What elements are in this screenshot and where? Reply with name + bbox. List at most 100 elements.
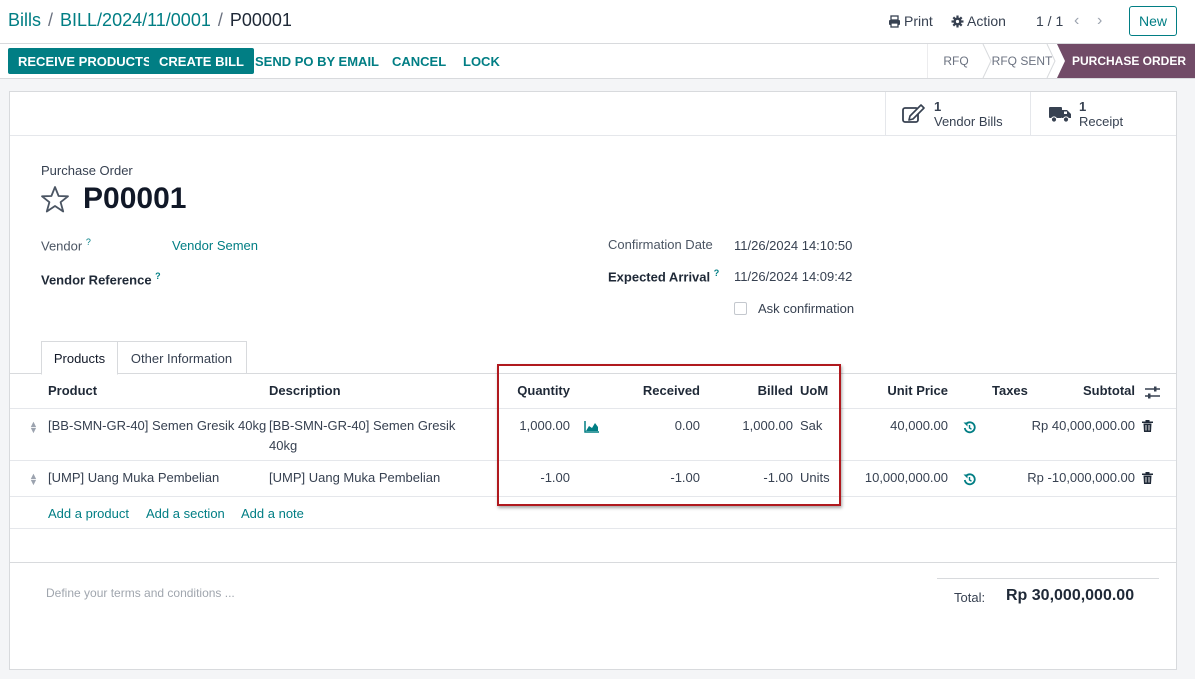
pager-previous-icon[interactable]: ‹ bbox=[1074, 12, 1079, 30]
breadcrumb-current: P00001 bbox=[229, 10, 292, 30]
confirmation-date-label: Confirmation Date bbox=[608, 237, 713, 252]
star-icon[interactable] bbox=[40, 185, 70, 214]
new-button[interactable]: New bbox=[1129, 6, 1177, 36]
lock-button[interactable]: LOCK bbox=[453, 48, 510, 74]
trash-icon[interactable] bbox=[1142, 472, 1153, 484]
row-received[interactable]: 0.00 bbox=[620, 418, 700, 433]
column-billed[interactable]: Billed bbox=[712, 383, 793, 398]
forecast-chart-icon[interactable] bbox=[584, 421, 599, 433]
truck-icon bbox=[1049, 106, 1071, 123]
tab-divider bbox=[10, 373, 1176, 374]
vendor-bills-smart-button[interactable]: 1 Vendor Bills bbox=[885, 92, 1031, 135]
vendor-reference-label: Vendor Reference ? bbox=[41, 271, 161, 287]
ask-confirmation-label: Ask confirmation bbox=[758, 301, 855, 316]
terms-input[interactable]: Define your terms and conditions ... bbox=[46, 586, 235, 600]
column-product[interactable]: Product bbox=[48, 383, 97, 398]
row-description[interactable]: [UMP] Uang Muka Pembelian bbox=[269, 470, 440, 485]
header-divider bbox=[10, 408, 1176, 409]
top-bar: Bills / BILL/2024/11/0001 / P00001 Print Act… bbox=[0, 0, 1195, 44]
action-button[interactable]: Action bbox=[951, 13, 1006, 29]
row-billed[interactable]: -1.00 bbox=[712, 470, 793, 485]
print-button[interactable]: Print bbox=[888, 13, 933, 29]
expected-arrival-value[interactable]: 11/26/2024 14:09:42 bbox=[734, 269, 852, 284]
optional-columns-icon[interactable] bbox=[1145, 386, 1160, 399]
breadcrumb: Bills / BILL/2024/11/0001 / P00001 bbox=[8, 10, 292, 31]
vendor-label: Vendor ? bbox=[41, 237, 91, 253]
row-unit-price[interactable]: 40,000.00 bbox=[868, 418, 948, 433]
create-bill-button[interactable]: CREATE BILL bbox=[149, 48, 254, 74]
print-icon bbox=[889, 15, 900, 28]
pager-value[interactable]: 1 / 1 bbox=[1036, 13, 1063, 29]
status-rfq[interactable]: RFQ bbox=[930, 44, 982, 78]
breadcrumb-bill[interactable]: BILL/2024/11/0001 bbox=[60, 10, 211, 30]
edit-icon bbox=[902, 103, 925, 123]
ask-confirmation-checkbox[interactable] bbox=[734, 302, 747, 315]
po-name: P00001 bbox=[83, 182, 187, 215]
add-note-link[interactable]: Add a note bbox=[241, 506, 304, 521]
receipt-smart-button[interactable]: 1 Receipt bbox=[1030, 92, 1177, 135]
help-icon[interactable]: ? bbox=[714, 268, 720, 278]
expected-arrival-label: Expected Arrival ? bbox=[608, 268, 719, 284]
vendor-bills-count: 1 bbox=[934, 98, 942, 114]
trash-icon[interactable] bbox=[1142, 420, 1153, 432]
confirmation-date-value[interactable]: 11/26/2024 14:10:50 bbox=[734, 238, 852, 253]
add-product-link[interactable]: Add a product bbox=[48, 506, 129, 521]
total-label: Total: bbox=[954, 590, 986, 605]
column-unit-price[interactable]: Unit Price bbox=[868, 383, 948, 398]
breadcrumb-separator: / bbox=[48, 10, 54, 30]
form-subtitle: Purchase Order bbox=[41, 163, 133, 178]
action-bar: RECEIVE PRODUCTS CREATE BILL SEND PO BY … bbox=[0, 44, 1195, 79]
row-product[interactable]: [UMP] Uang Muka Pembelian bbox=[48, 470, 219, 485]
cancel-button[interactable]: CANCEL bbox=[382, 48, 456, 74]
breadcrumb-separator: / bbox=[217, 10, 223, 30]
status-rfq-sent[interactable]: RFQ SENT bbox=[990, 44, 1054, 78]
receipt-label: Receipt bbox=[1079, 113, 1124, 129]
row-quantity[interactable]: -1.00 bbox=[490, 470, 570, 485]
history-icon[interactable] bbox=[963, 421, 976, 434]
help-icon[interactable]: ? bbox=[155, 271, 161, 281]
gear-icon bbox=[951, 15, 964, 28]
table-footer-divider bbox=[10, 562, 1176, 563]
total-divider bbox=[937, 578, 1159, 579]
drag-handle-icon[interactable]: ▲ ▼ bbox=[29, 472, 38, 487]
row-subtotal: Rp 40,000,000.00 bbox=[1031, 418, 1135, 433]
vendor-bills-label: Vendor Bills bbox=[934, 113, 1003, 129]
row-billed[interactable]: 1,000.00 bbox=[712, 418, 793, 433]
action-label: Action bbox=[967, 13, 1006, 29]
receive-products-button[interactable]: RECEIVE PRODUCTS bbox=[8, 48, 162, 74]
receipt-count: 1 bbox=[1079, 98, 1087, 114]
total-value: Rp 30,000,000.00 bbox=[1006, 587, 1135, 604]
breadcrumb-bills[interactable]: Bills bbox=[8, 10, 41, 30]
row-description[interactable]: [BB-SMN-GR-40] Semen Gresik 40kg bbox=[269, 416, 469, 456]
help-icon[interactable]: ? bbox=[86, 237, 91, 247]
send-po-email-button[interactable]: SEND PO BY EMAIL bbox=[245, 48, 389, 74]
add-section-link[interactable]: Add a section bbox=[146, 506, 225, 521]
row-divider bbox=[10, 528, 1176, 529]
pager-next-icon[interactable]: › bbox=[1097, 12, 1102, 30]
status-purchase-order[interactable]: PURCHASE ORDER bbox=[1066, 44, 1192, 78]
column-uom[interactable]: UoM bbox=[800, 383, 828, 398]
form-sheet: 1 Vendor Bills 1 Receipt Purchase Order P0… bbox=[9, 91, 1177, 670]
column-taxes[interactable]: Taxes bbox=[992, 383, 1028, 398]
history-icon[interactable] bbox=[963, 473, 976, 486]
column-received[interactable]: Received bbox=[620, 383, 700, 398]
tab-products[interactable]: Products bbox=[41, 341, 118, 375]
expected-arrival-label-text: Expected Arrival bbox=[608, 269, 711, 285]
row-subtotal: Rp -10,000,000.00 bbox=[1027, 470, 1135, 485]
column-subtotal[interactable]: Subtotal bbox=[1050, 383, 1135, 398]
row-product[interactable]: [BB-SMN-GR-40] Semen Gresik 40kg bbox=[48, 418, 266, 433]
vendor-field[interactable]: Vendor Semen bbox=[172, 238, 258, 253]
vendor-reference-label-text: Vendor Reference bbox=[41, 272, 152, 288]
row-divider bbox=[10, 460, 1176, 461]
column-quantity[interactable]: Quantity bbox=[490, 383, 570, 398]
row-received[interactable]: -1.00 bbox=[620, 470, 700, 485]
tab-other-information[interactable]: Other Information bbox=[116, 341, 247, 374]
row-uom[interactable]: Sak bbox=[800, 418, 822, 433]
smart-buttons-row: 1 Vendor Bills 1 Receipt bbox=[10, 92, 1176, 136]
column-description[interactable]: Description bbox=[269, 383, 341, 398]
drag-handle-icon[interactable]: ▲ ▼ bbox=[29, 420, 38, 435]
row-unit-price[interactable]: 10,000,000.00 bbox=[858, 470, 948, 485]
row-quantity[interactable]: 1,000.00 bbox=[490, 418, 570, 433]
print-label: Print bbox=[904, 13, 933, 29]
row-uom[interactable]: Units bbox=[800, 470, 830, 485]
